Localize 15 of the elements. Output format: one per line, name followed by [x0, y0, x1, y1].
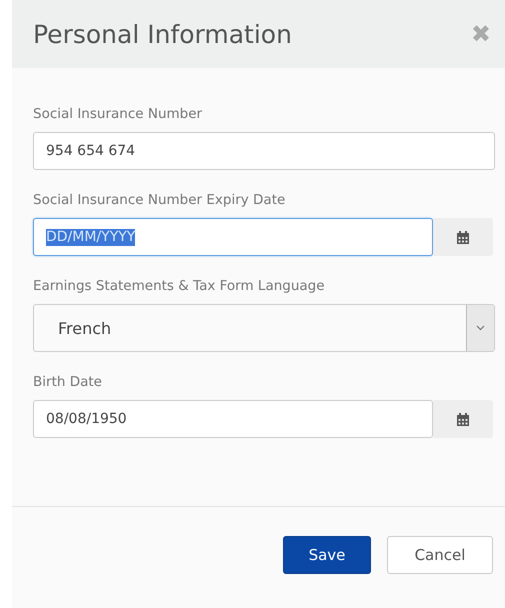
- dialog-title: Personal Information: [33, 20, 292, 48]
- field-label: Social Insurance Number: [33, 106, 204, 122]
- chevron-down-icon: [476, 325, 485, 331]
- save-button[interactable]: Save: [283, 536, 371, 574]
- date-field[interactable]: 08/08/1950: [33, 400, 433, 438]
- dropdown[interactable]: French: [33, 304, 495, 352]
- field-label: Earnings Statements & Tax Form Language: [33, 278, 326, 294]
- calendar-button[interactable]: [433, 400, 493, 438]
- cancel-button[interactable]: Cancel: [387, 536, 493, 574]
- field-label: Social Insurance Number Expiry Date: [33, 192, 286, 208]
- calendar-icon: [456, 230, 470, 244]
- calendar-button[interactable]: [433, 218, 493, 256]
- field-label: Birth Date: [33, 374, 103, 390]
- calendar-icon: [456, 412, 470, 426]
- input-field[interactable]: 954 654 674: [33, 132, 495, 170]
